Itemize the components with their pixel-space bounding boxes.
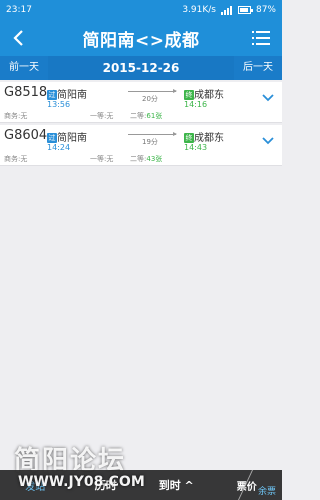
- sort-remaining-label: 余票: [257, 486, 276, 497]
- departure-time: 14:24: [47, 143, 71, 152]
- arrival-station: 终成都东: [184, 86, 224, 101]
- signal-icon: [220, 5, 233, 15]
- battery-level: 87%: [255, 5, 276, 15]
- seat-second-count: 61张: [146, 112, 163, 120]
- status-bar: 23:17 3.91K/s 87%: [0, 0, 282, 20]
- chevron-down-icon[interactable]: [262, 92, 274, 104]
- current-date[interactable]: 2015-12-26: [48, 61, 234, 75]
- next-day-button[interactable]: 后一天: [234, 56, 282, 80]
- status-time: 23:17: [6, 5, 32, 15]
- status-indicators: 3.91K/s 87%: [182, 5, 276, 15]
- route-arrow-icon: [128, 89, 177, 93]
- train-number: G8518: [4, 85, 48, 100]
- chevron-down-icon[interactable]: [262, 135, 274, 147]
- seat-first: 一等:无: [90, 112, 114, 120]
- battery-icon: [237, 6, 253, 14]
- departure-time: 13:56: [47, 100, 71, 109]
- page-title: 简阳南<>成都: [82, 30, 200, 51]
- prev-day-button[interactable]: 前一天: [0, 56, 48, 80]
- seat-business: 商务:无: [4, 155, 28, 163]
- train-row[interactable]: G8604 过简阳南 14:24 19分 终成都东 14:43 商务:无 一等:…: [0, 125, 282, 166]
- route-arrow-icon: [128, 132, 177, 136]
- sort-arrival-tab[interactable]: 到时 ^: [141, 477, 212, 493]
- train-number: G8604: [4, 128, 48, 143]
- pass-badge: 过: [47, 133, 57, 143]
- duration: 20分: [142, 95, 158, 103]
- seat-second: 二等:61张: [130, 111, 162, 121]
- arrival-time: 14:16: [184, 100, 208, 109]
- arrival-station: 终成都东: [184, 129, 224, 144]
- seat-second-label: 二等:: [130, 155, 147, 163]
- train-row[interactable]: G8518 过简阳南 13:56 20分 终成都东 14:16 商务:无 一等:…: [0, 82, 282, 123]
- train-list: G8518 过简阳南 13:56 20分 终成都东 14:16 商务:无 一等:…: [0, 82, 282, 168]
- terminal-badge: 终: [184, 133, 194, 143]
- departure-station: 过简阳南: [47, 129, 87, 144]
- seat-second-count: 43张: [146, 155, 163, 163]
- arrival-time: 14:43: [184, 143, 208, 152]
- terminal-badge: 终: [184, 90, 194, 100]
- seat-business: 商务:无: [4, 112, 28, 120]
- seat-second: 二等:43张: [130, 154, 162, 164]
- chevron-left-icon: [13, 30, 23, 46]
- duration: 19分: [142, 138, 158, 146]
- seat-first: 一等:无: [90, 155, 114, 163]
- watermark-url: WWW.JY08.COM: [18, 474, 145, 490]
- seat-second-label: 二等:: [130, 112, 147, 120]
- network-speed: 3.91K/s: [182, 5, 216, 15]
- pass-badge: 过: [47, 90, 57, 100]
- back-button[interactable]: [8, 27, 28, 49]
- departure-station: 过简阳南: [47, 86, 87, 101]
- header: 简阳南<>成都: [0, 20, 282, 56]
- menu-button[interactable]: [252, 30, 270, 46]
- date-bar: 前一天 2015-12-26 后一天: [0, 56, 282, 80]
